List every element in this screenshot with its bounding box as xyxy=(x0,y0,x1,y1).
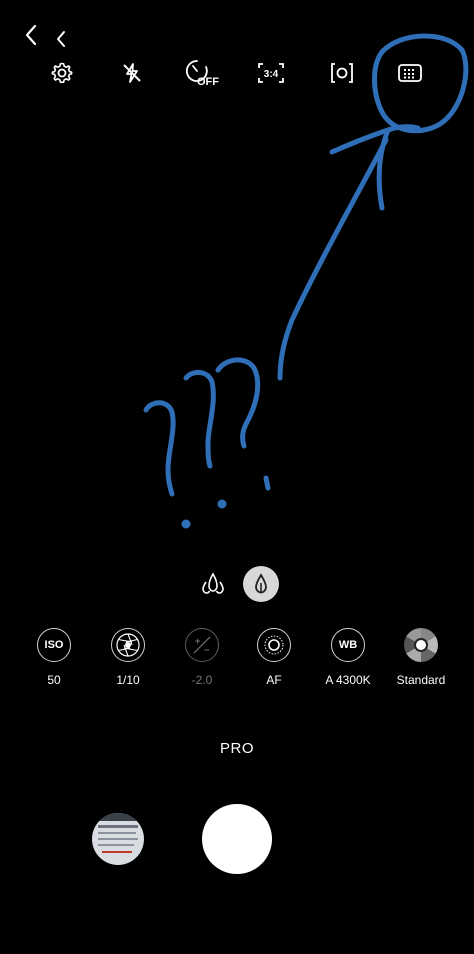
shutter-speed-value: 1/10 xyxy=(116,673,140,687)
color-tone-icon xyxy=(404,628,438,662)
exposure-setting[interactable]: + − -2.0 xyxy=(162,628,242,687)
metering-single-button[interactable] xyxy=(243,566,279,602)
drops-multi-icon xyxy=(202,572,224,594)
white-balance-setting[interactable]: WB A 4300K xyxy=(308,628,388,687)
shutter-button[interactable] xyxy=(202,804,272,874)
svg-text:−: − xyxy=(204,645,209,655)
exposure-icon: + − xyxy=(185,628,219,662)
iso-value: 50 xyxy=(47,673,61,687)
focus-setting[interactable]: AF xyxy=(234,628,314,687)
iso-badge: ISO xyxy=(37,628,71,662)
iso-setting[interactable]: ISO 50 xyxy=(14,628,94,687)
shutter-speed-setting[interactable]: 1/10 xyxy=(88,628,168,687)
mode-pro-label[interactable]: PRO xyxy=(0,740,474,757)
color-tone-value: Standard xyxy=(396,673,446,687)
wb-badge: WB xyxy=(331,628,365,662)
metering-multi-button[interactable] xyxy=(196,567,230,601)
drops-single-icon xyxy=(255,573,267,594)
exposure-value: -2.0 xyxy=(191,673,213,687)
focus-icon xyxy=(257,628,291,662)
aperture-icon xyxy=(111,628,145,662)
white-balance-value: A 4300K xyxy=(325,673,371,687)
color-tone-setting[interactable]: Standard xyxy=(381,628,461,687)
focus-value: AF xyxy=(266,673,282,687)
gallery-thumbnail[interactable] xyxy=(92,813,144,865)
svg-text:+: + xyxy=(195,636,200,646)
